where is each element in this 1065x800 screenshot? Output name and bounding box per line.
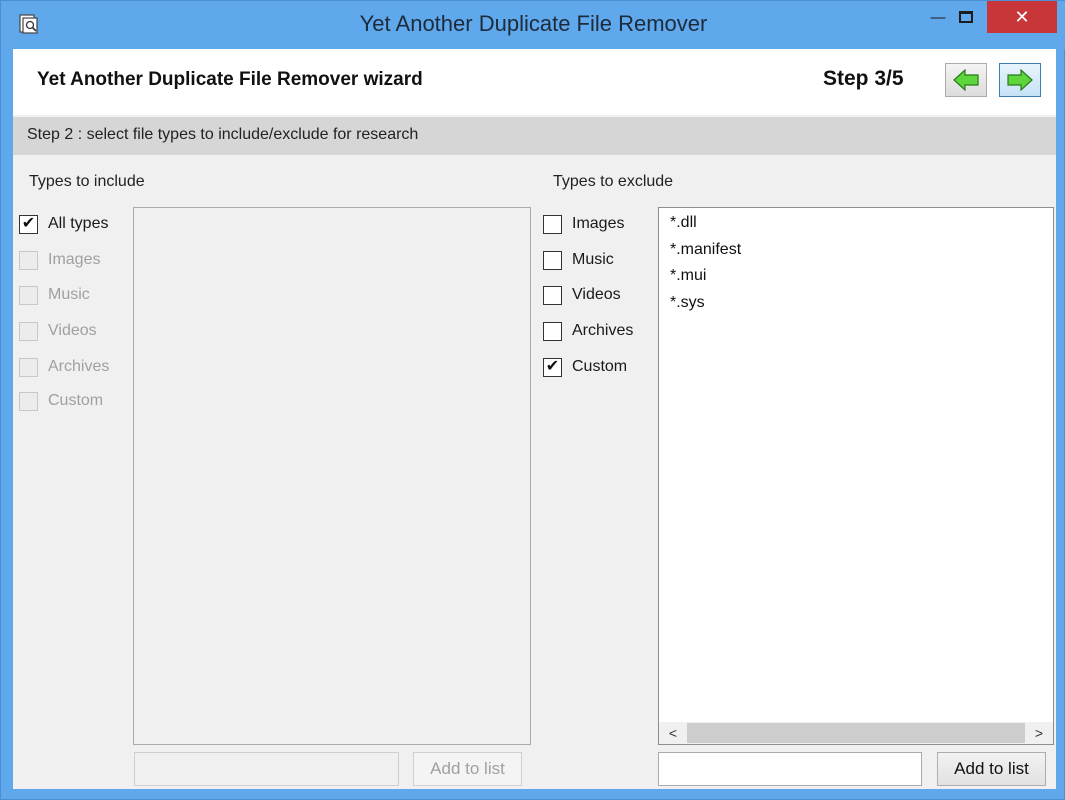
include-all-types-checkbox[interactable]: ✔ All types (19, 212, 108, 236)
scroll-left-icon[interactable]: < (659, 725, 687, 741)
step-description: Step 2 : select file types to include/ex… (13, 117, 1056, 155)
include-group-label: Types to include (29, 173, 145, 190)
include-archives-checkbox[interactable]: Archives (19, 355, 109, 379)
exclude-types-list[interactable]: *.dll *.manifest *.mui *.sys < > (658, 207, 1054, 745)
list-item[interactable]: *.mui (659, 263, 1053, 290)
include-music-checkbox[interactable]: Music (19, 283, 90, 307)
exclude-archives-checkbox[interactable]: Archives (543, 319, 633, 343)
exclude-custom-checkbox[interactable]: ✔ Custom (543, 355, 627, 379)
checkbox-box[interactable] (19, 250, 38, 270)
step-indicator: Step 3/5 (823, 67, 904, 90)
checkbox-box[interactable] (543, 214, 562, 234)
close-icon: ✕ (1014, 6, 1030, 27)
checkbox-box[interactable] (19, 285, 38, 305)
maximize-button[interactable] (943, 1, 989, 33)
exclude-music-checkbox[interactable]: Music (543, 248, 614, 272)
close-button[interactable]: ✕ (987, 1, 1057, 33)
back-button[interactable] (945, 63, 987, 97)
exclude-images-checkbox[interactable]: Images (543, 212, 624, 236)
next-button[interactable] (999, 63, 1041, 97)
exclude-add-to-list-button[interactable]: Add to list (937, 752, 1046, 786)
list-item[interactable]: *.dll (659, 210, 1053, 237)
scroll-thumb[interactable] (687, 723, 1025, 743)
list-item[interactable]: *.sys (659, 290, 1053, 317)
checkbox-box[interactable] (543, 285, 562, 305)
include-add-to-list-button[interactable]: Add to list (413, 752, 522, 786)
checkbox-box[interactable] (543, 250, 562, 270)
app-window: Yet Another Duplicate File Remover — ✕ Y… (0, 0, 1065, 800)
include-images-checkbox[interactable]: Images (19, 248, 100, 272)
checkbox-box[interactable] (543, 321, 562, 341)
exclude-group-label: Types to exclude (553, 173, 674, 190)
exclude-type-input[interactable] (658, 752, 922, 786)
include-videos-checkbox[interactable]: Videos (19, 319, 97, 343)
include-types-list[interactable] (133, 207, 531, 745)
list-item[interactable]: *.manifest (659, 237, 1053, 264)
scroll-right-icon[interactable]: > (1025, 725, 1053, 741)
checkbox-box[interactable]: ✔ (543, 357, 562, 377)
checkbox-box[interactable] (19, 391, 38, 411)
wizard-title: Yet Another Duplicate File Remover wizar… (37, 69, 423, 90)
client-area: Yet Another Duplicate File Remover wizar… (13, 49, 1056, 789)
green-left-arrow-icon (953, 69, 979, 91)
wizard-header: Yet Another Duplicate File Remover wizar… (13, 49, 1056, 115)
window-title: Yet Another Duplicate File Remover (359, 11, 708, 36)
checkbox-box[interactable] (19, 321, 38, 341)
horizontal-scrollbar[interactable]: < > (659, 722, 1053, 744)
green-right-arrow-icon (1007, 69, 1033, 91)
exclude-videos-checkbox[interactable]: Videos (543, 283, 621, 307)
checkbox-box[interactable]: ✔ (19, 214, 38, 234)
title-bar[interactable]: Yet Another Duplicate File Remover — ✕ (1, 1, 1065, 49)
include-custom-checkbox[interactable]: Custom (19, 389, 103, 413)
include-type-input[interactable] (134, 752, 399, 786)
checkbox-box[interactable] (19, 357, 38, 377)
maximize-icon (959, 11, 973, 23)
